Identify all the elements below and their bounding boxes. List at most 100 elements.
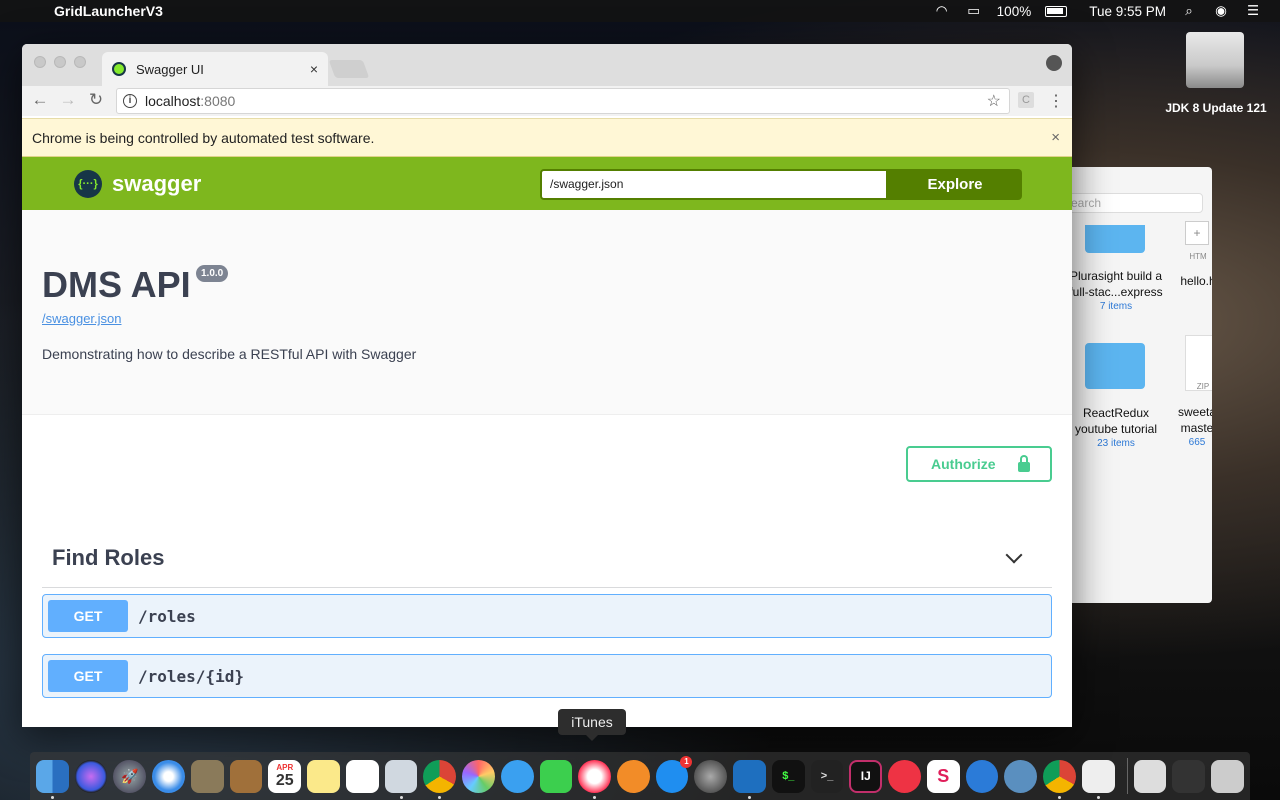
slack-icon[interactable]: S: [926, 759, 960, 793]
calendar-icon[interactable]: APR 25: [268, 759, 302, 793]
finder-item-name[interactable]: hello.h: [1178, 273, 1212, 289]
html-file-icon[interactable]: +: [1185, 221, 1209, 245]
operation-get-roles[interactable]: GET /roles: [42, 594, 1052, 638]
tag-title[interactable]: Find Roles: [52, 545, 164, 571]
battery-icon[interactable]: [1045, 5, 1068, 17]
authorize-button[interactable]: Authorize: [906, 446, 1052, 482]
intellij-icon[interactable]: IJ: [849, 759, 883, 793]
url-port: :8080: [200, 93, 236, 109]
java-icon[interactable]: [1081, 759, 1115, 799]
clock[interactable]: Tue 9:55 PM: [1089, 4, 1166, 19]
back-arrow-icon[interactable]: ←: [30, 90, 50, 110]
swagger-logo-icon[interactable]: {···}: [74, 170, 102, 198]
facetime-icon[interactable]: [539, 759, 573, 793]
forward-arrow-icon[interactable]: →: [58, 90, 78, 110]
reminders-icon[interactable]: [345, 759, 379, 793]
itunes-icon[interactable]: [578, 759, 612, 799]
swagger-favicon-icon: [112, 62, 126, 76]
battery-percent[interactable]: 100%: [997, 4, 1032, 19]
authorize-label: Authorize: [931, 456, 996, 472]
menu-bar: GridLauncherV3 ◠ ▭ 100% Tue 9:55 PM ⌕ ◉ …: [0, 0, 1280, 22]
spec-link[interactable]: /swagger.json: [42, 311, 122, 326]
zoom-window-button[interactable]: [74, 56, 86, 68]
postgres-elephant-icon[interactable]: [1004, 759, 1038, 793]
mail-stamp-icon[interactable]: [190, 759, 224, 793]
minimize-window-button[interactable]: [54, 56, 66, 68]
contacts-icon[interactable]: [229, 759, 263, 793]
terminal-icon[interactable]: $_: [771, 759, 805, 793]
dock-separator: [1126, 758, 1128, 794]
profile-icon[interactable]: [1046, 55, 1062, 71]
infobar-close-icon[interactable]: ×: [1051, 129, 1060, 146]
notes-icon[interactable]: [307, 759, 340, 793]
photos-icon[interactable]: [462, 759, 495, 793]
calendar-month: APR: [276, 763, 294, 772]
bookmark-star-icon[interactable]: ☆: [987, 91, 1001, 111]
tab-title: Swagger UI: [136, 61, 204, 77]
siri-icon[interactable]: ◉: [1212, 3, 1230, 19]
chrome-icon[interactable]: [423, 759, 457, 799]
operation-path: /roles: [138, 606, 196, 626]
preview-icon[interactable]: [384, 759, 418, 799]
reload-icon[interactable]: ↻: [86, 90, 106, 110]
finder-item-name[interactable]: Plurasight build a full-stac...express: [1068, 268, 1166, 300]
active-app-name[interactable]: GridLauncherV3: [54, 3, 163, 19]
app-store-icon[interactable]: 1: [655, 755, 693, 793]
finder-item-name[interactable]: ReactRedux youtube tutorial: [1068, 405, 1166, 437]
finder-item-line: full-stac...express: [1069, 285, 1163, 299]
html-file-type: HTM: [1189, 252, 1207, 261]
launchpad-icon[interactable]: 🚀: [113, 759, 147, 793]
ibooks-icon[interactable]: [617, 759, 650, 793]
browser-toolbar: ← → ↻ i localhost :8080 ☆ C ⋮: [22, 86, 1072, 116]
operation-get-role-by-id[interactable]: GET /roles/{id}: [42, 654, 1052, 698]
folder-icon[interactable]: [1085, 225, 1145, 253]
messages-icon[interactable]: [500, 759, 534, 793]
siri-icon[interactable]: [74, 759, 108, 793]
api-description: Demonstrating how to describe a RESTful …: [42, 346, 417, 362]
jar-file-icon[interactable]: [1133, 759, 1167, 793]
chrome-icon[interactable]: [1043, 759, 1076, 799]
system-preferences-icon[interactable]: [694, 759, 728, 793]
drive-icon[interactable]: [1186, 32, 1244, 88]
finder-item-name[interactable]: sweeta maste: [1172, 404, 1212, 436]
chrome-menu-icon[interactable]: ⋮: [1048, 91, 1064, 111]
finder-item-line: sweeta: [1177, 405, 1212, 419]
folder-icon[interactable]: [1085, 343, 1145, 389]
finder-item-count: 23 items: [1097, 438, 1135, 449]
version-badge: 1.0.0: [196, 265, 229, 282]
airplay-icon[interactable]: ▭: [965, 3, 983, 19]
safari-icon[interactable]: [152, 759, 185, 793]
swagger-logo-text[interactable]: swagger: [112, 171, 201, 197]
downloads-stack-icon[interactable]: [1172, 759, 1206, 793]
explore-button[interactable]: Explore: [888, 169, 1022, 200]
close-tab-icon[interactable]: ×: [310, 61, 318, 77]
tab-swagger-ui[interactable]: Swagger UI ×: [102, 52, 328, 86]
close-window-button[interactable]: [34, 56, 46, 68]
address-bar[interactable]: i localhost :8080 ☆: [116, 88, 1010, 114]
vscode-icon[interactable]: [733, 759, 766, 799]
tab-strip: Swagger UI ×: [22, 44, 1072, 86]
automation-infobar: Chrome is being controlled by automated …: [22, 118, 1072, 157]
notification-center-icon[interactable]: ☰: [1244, 3, 1262, 19]
drive-label[interactable]: JDK 8 Update 121: [1160, 101, 1272, 115]
extension-icon[interactable]: C: [1018, 92, 1034, 108]
trash-icon[interactable]: [1211, 759, 1244, 793]
site-info-icon[interactable]: i: [123, 94, 137, 108]
edge-icon[interactable]: [965, 759, 999, 793]
finder-item-line: maste: [1180, 421, 1212, 435]
wifi-icon[interactable]: ◠: [933, 3, 951, 19]
swagger-topbar: {···} swagger /swagger.json Explore: [22, 157, 1072, 210]
finder-icon[interactable]: [36, 759, 69, 799]
status-menu-area: ◠ ▭ 100% Tue 9:55 PM ⌕ ◉ ☰: [933, 3, 1262, 19]
swagger-page: {···} swagger /swagger.json Explore DMS …: [22, 157, 1072, 727]
calendar-day: 25: [275, 772, 294, 789]
finder-search-field[interactable]: earch: [1068, 193, 1203, 213]
api-title: DMS API: [42, 264, 191, 305]
terminal-icon[interactable]: >_: [810, 759, 844, 793]
finder-window: earch + HTM Plurasight build a full-stac…: [1068, 167, 1212, 603]
spotlight-search-icon[interactable]: ⌕: [1180, 3, 1198, 19]
chevron-down-icon[interactable]: [1005, 546, 1023, 564]
new-tab-button[interactable]: [328, 60, 370, 78]
postman-icon[interactable]: [888, 759, 921, 793]
spec-url-input[interactable]: /swagger.json: [540, 169, 888, 200]
